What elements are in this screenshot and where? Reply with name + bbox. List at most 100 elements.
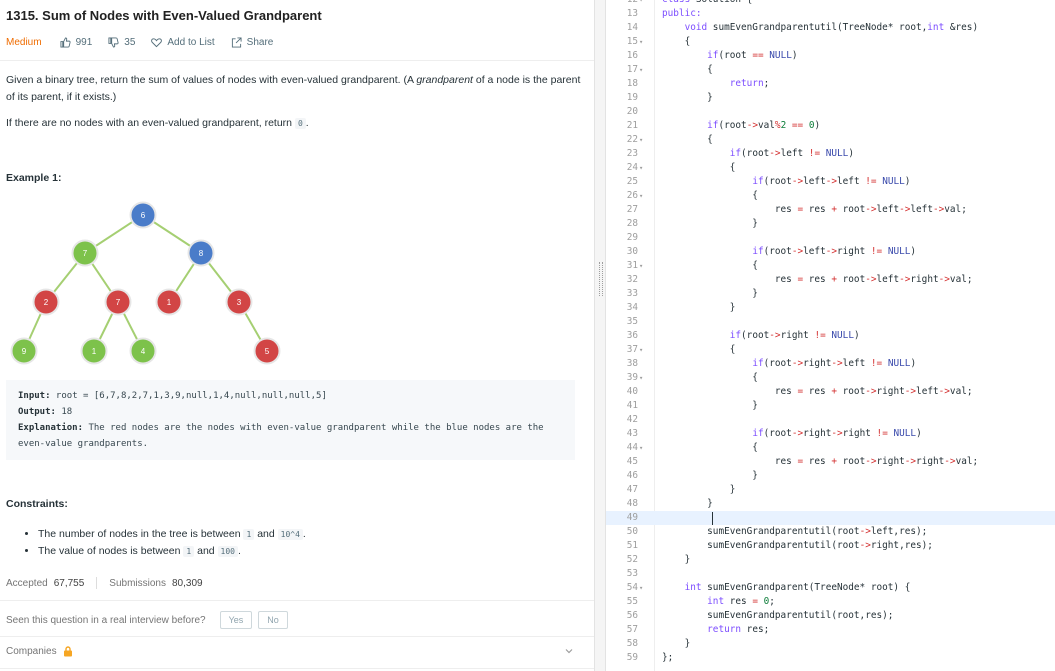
line-number: 36 xyxy=(626,330,638,341)
code-line[interactable]: 14 void sumEvenGrandparentutil(TreeNode*… xyxy=(606,21,1055,35)
code-line[interactable]: 36 if(root->right != NULL) xyxy=(606,329,1055,343)
code-line[interactable]: 54 ▾ int sumEvenGrandparent(TreeNode* roo… xyxy=(606,581,1055,595)
problem-description: Given a binary tree, return the sum of v… xyxy=(6,72,581,106)
code-text: if(root->right != NULL) xyxy=(729,330,860,341)
code-text: } xyxy=(662,554,691,565)
code-line[interactable]: 58 } xyxy=(606,637,1055,651)
fold-arrow-icon[interactable]: ▾ xyxy=(639,441,643,455)
line-number: 41 xyxy=(626,400,638,411)
problem-title: 1315. Sum of Nodes with Even-Valued Gran… xyxy=(6,8,322,23)
code-line[interactable]: 41 } xyxy=(606,399,1055,413)
code-line[interactable]: 51 sumEvenGrandparentutil(root->right,re… xyxy=(606,539,1055,553)
line-number: 28 xyxy=(626,218,638,229)
code-line[interactable]: 48 } xyxy=(606,497,1055,511)
code-line[interactable]: 34 } xyxy=(606,301,1055,315)
code-line[interactable]: 32 res = res + root->left->right->val; xyxy=(606,273,1055,287)
tree-node: 4 xyxy=(129,337,157,365)
code-line[interactable]: 45 res = res + root->right->right->val; xyxy=(606,455,1055,469)
description-emphasis: grandparent xyxy=(416,74,473,86)
yes-button[interactable]: Yes xyxy=(219,611,253,629)
code-line[interactable]: 35 xyxy=(606,315,1055,329)
line-number: 59 xyxy=(626,652,638,663)
constraint-item: The number of nodes in the tree is betwe… xyxy=(38,526,306,543)
code-line[interactable]: 52 } xyxy=(606,553,1055,567)
code-line[interactable]: 22 ▾ { xyxy=(606,133,1055,147)
code-text: void sumEvenGrandparentutil(TreeNode* ro… xyxy=(684,22,979,33)
code-line[interactable]: 49 xyxy=(606,511,1055,525)
inline-code: 10^4 xyxy=(277,529,303,540)
code-line[interactable]: 55 int res = 0; xyxy=(606,595,1055,609)
code-line[interactable]: 39 ▾ { xyxy=(606,371,1055,385)
code-line[interactable]: 13 public: xyxy=(606,7,1055,21)
code-line[interactable]: 53 xyxy=(606,567,1055,581)
code-line[interactable]: 50 sumEvenGrandparentutil(root->left,res… xyxy=(606,525,1055,539)
code-line[interactable]: 27 res = res + root->left->left->val; xyxy=(606,203,1055,217)
fold-arrow-icon[interactable]: ▾ xyxy=(639,35,643,49)
code-line[interactable]: 33 } xyxy=(606,287,1055,301)
fold-arrow-icon[interactable]: ▾ xyxy=(639,189,643,203)
tree-node-label: 9 xyxy=(22,347,27,356)
code-text: } xyxy=(662,498,713,509)
code-line[interactable]: 26 ▾ { xyxy=(606,189,1055,203)
code-line[interactable]: 25 if(root->left->left != NULL) xyxy=(606,175,1055,189)
code-line[interactable]: 44 ▾ { xyxy=(606,441,1055,455)
code-line[interactable]: 20 xyxy=(606,105,1055,119)
companies-label: Companies xyxy=(6,646,57,657)
code-line[interactable]: 30 if(root->left->right != NULL) xyxy=(606,245,1055,259)
panel-resize-handle[interactable] xyxy=(594,0,606,671)
tree-node-label: 6 xyxy=(141,211,146,220)
share-button[interactable]: Share xyxy=(231,36,273,48)
fold-arrow-icon[interactable]: ▾ xyxy=(639,371,643,385)
code-line[interactable]: 47 } xyxy=(606,483,1055,497)
code-line[interactable]: 15 ▾ { xyxy=(606,35,1055,49)
lock-icon xyxy=(63,646,72,657)
code-line[interactable]: 16 if(root == NULL) xyxy=(606,49,1055,63)
tree-node-label: 1 xyxy=(167,298,172,307)
code-line[interactable]: 31 ▾ { xyxy=(606,259,1055,273)
code-line[interactable]: 28 } xyxy=(606,217,1055,231)
code-line[interactable]: 59}; xyxy=(606,651,1055,665)
fold-arrow-icon[interactable]: ▾ xyxy=(639,581,643,595)
code-line[interactable]: 23 if(root->left != NULL) xyxy=(606,147,1055,161)
constraints-heading: Constraints: xyxy=(6,498,68,510)
line-number: 19 xyxy=(626,92,638,103)
code-line[interactable]: 19 } xyxy=(606,91,1055,105)
code-line[interactable]: 21 if(root->val%2 == 0) xyxy=(606,119,1055,133)
companies-section[interactable]: Companies xyxy=(6,646,574,657)
tree-node-label: 5 xyxy=(265,347,270,356)
problem-meta-bar: Medium 991 35 Add to List Share xyxy=(6,35,289,49)
code-line[interactable]: 56 sumEvenGrandparentutil(root,res); xyxy=(606,609,1055,623)
code-line[interactable]: 12▾ class Solution { xyxy=(606,0,1055,7)
code-line[interactable]: 40 res = res + root->right->left->val; xyxy=(606,385,1055,399)
thumbs-up-icon xyxy=(60,36,71,48)
code-line[interactable]: 37 ▾ { xyxy=(606,343,1055,357)
fold-arrow-icon[interactable]: ▾ xyxy=(639,63,643,77)
like-button[interactable]: 991 xyxy=(60,36,92,48)
line-number: 55 xyxy=(626,596,638,607)
fold-arrow-icon[interactable]: ▾ xyxy=(639,343,643,357)
code-line[interactable]: 29 xyxy=(606,231,1055,245)
line-number: 40 xyxy=(626,386,638,397)
code-line[interactable]: 38 if(root->right->left != NULL) xyxy=(606,357,1055,371)
fold-arrow-icon[interactable]: ▾ xyxy=(639,133,643,147)
accepted-label: Accepted xyxy=(6,577,48,589)
fold-arrow-icon[interactable]: ▾ xyxy=(639,161,643,175)
fold-arrow-icon[interactable]: ▾ xyxy=(639,259,643,273)
fold-arrow-icon[interactable]: ▾ xyxy=(639,0,643,7)
code-line[interactable]: 24 ▾ { xyxy=(606,161,1055,175)
line-number: 24 xyxy=(626,162,638,173)
code-line[interactable]: 18 return; xyxy=(606,77,1055,91)
code-editor[interactable]: 12▾class Solution {13public:14 void sumE… xyxy=(606,0,1055,671)
chevron-down-icon[interactable] xyxy=(564,646,574,656)
tree-node-label: 2 xyxy=(44,298,49,307)
share-icon xyxy=(231,36,242,48)
no-button[interactable]: No xyxy=(258,611,288,629)
code-line[interactable]: 57 return res; xyxy=(606,623,1055,637)
add-to-list-button[interactable]: Add to List xyxy=(151,37,215,48)
code-text: } xyxy=(662,638,691,649)
code-line[interactable]: 46 } xyxy=(606,469,1055,483)
code-line[interactable]: 17 ▾ { xyxy=(606,63,1055,77)
code-line[interactable]: 42 xyxy=(606,413,1055,427)
dislike-button[interactable]: 35 xyxy=(108,37,135,48)
code-line[interactable]: 43 if(root->right->right != NULL) xyxy=(606,427,1055,441)
